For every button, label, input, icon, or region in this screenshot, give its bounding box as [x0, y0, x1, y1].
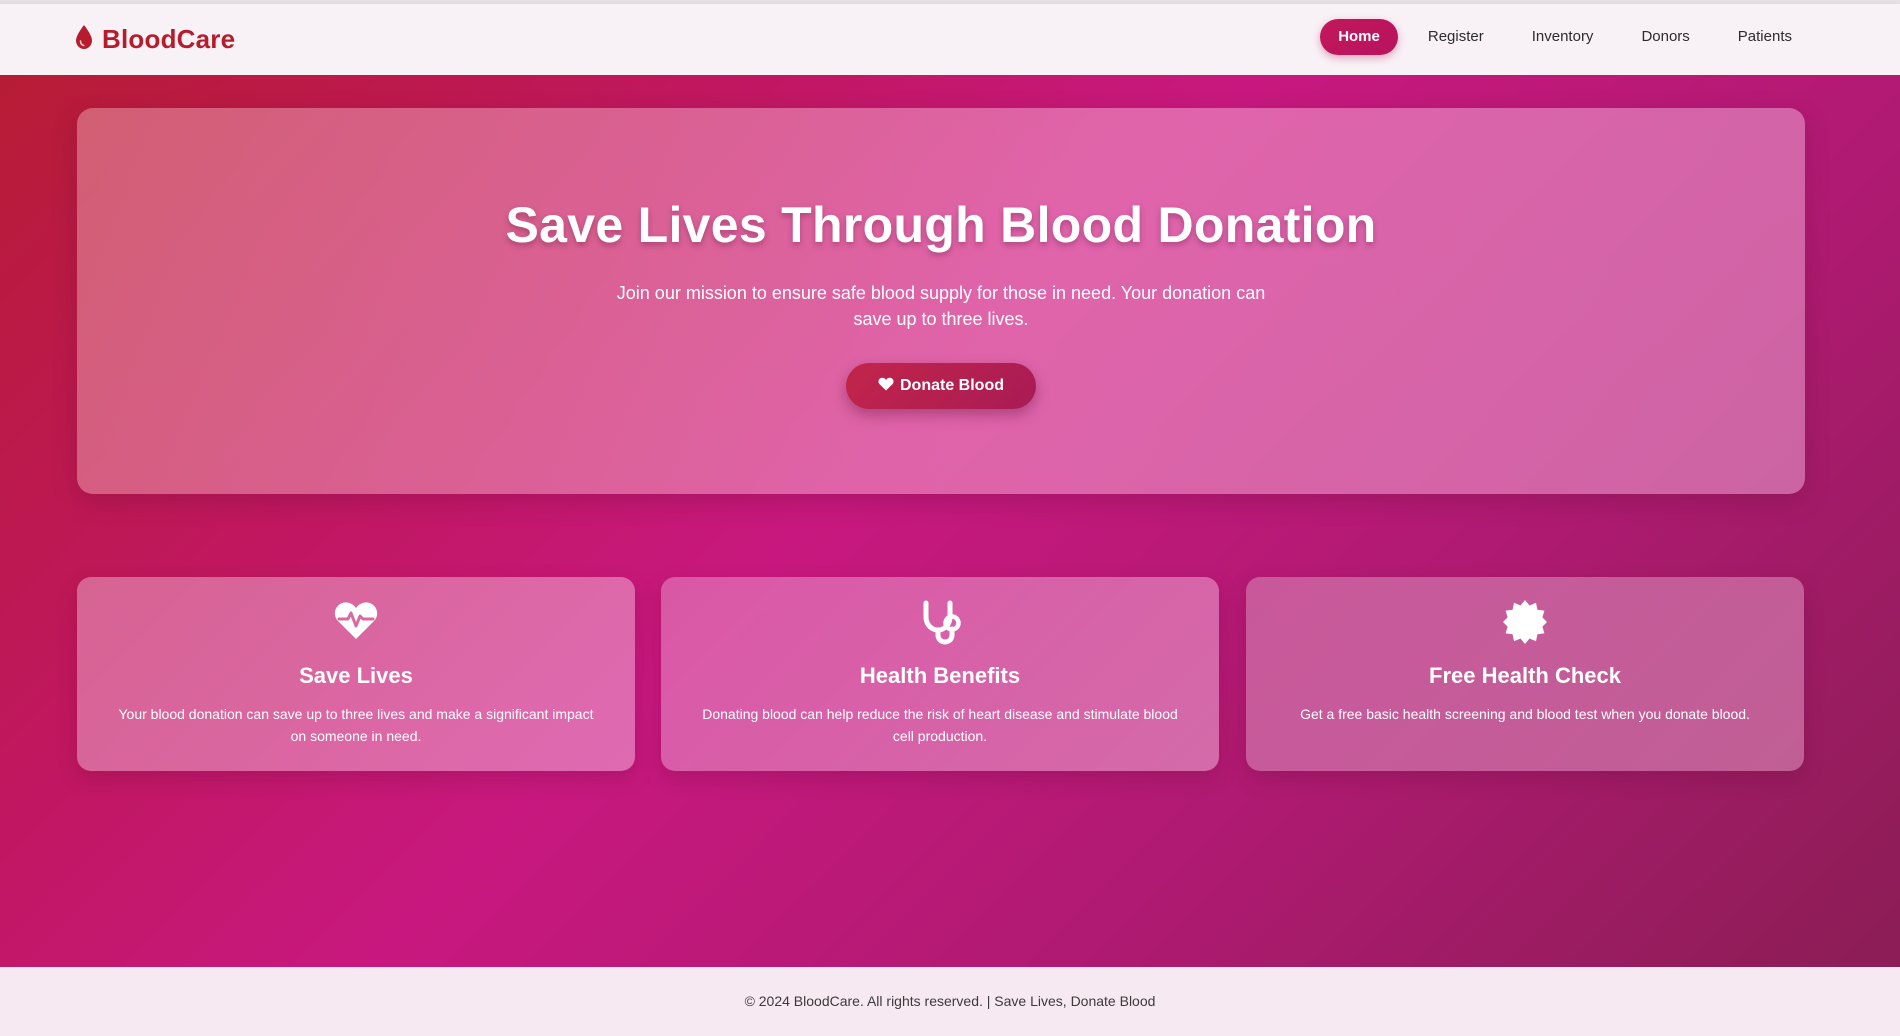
feature-card-free-health-check: Free Health Check Get a free basic healt…	[1246, 577, 1804, 771]
badge-check-icon	[1246, 599, 1804, 645]
footer: © 2024 BloodCare. All rights reserved. |…	[0, 967, 1900, 1036]
feature-title: Free Health Check	[1429, 663, 1621, 688]
brand-name: BloodCare	[102, 24, 236, 54]
nav-patients[interactable]: Patients	[1720, 19, 1810, 55]
hero-card: Save Lives Through Blood Donation Join o…	[77, 108, 1805, 494]
hero-subtitle: Join our mission to ensure safe blood su…	[616, 283, 1266, 329]
nav-inventory[interactable]: Inventory	[1514, 19, 1612, 55]
feature-text: Get a free basic health screening and bl…	[1300, 706, 1750, 722]
navbar: BloodCare Home Register Inventory Donors…	[0, 4, 1900, 76]
hero-title: Save Lives Through Blood Donation	[505, 197, 1377, 253]
feature-text: Donating blood can help reduce the risk …	[702, 706, 1178, 744]
nav-donors[interactable]: Donors	[1623, 19, 1707, 55]
feature-title: Health Benefits	[859, 663, 1021, 688]
main-nav: Home Register Inventory Donors Patients	[1320, 19, 1810, 55]
heartbeat-icon	[77, 599, 635, 645]
feature-card-save-lives: Save Lives Your blood donation can save …	[77, 577, 635, 771]
feature-card-health-benefits: Health Benefits Donating blood can help …	[661, 577, 1219, 771]
donate-blood-label: Donate Blood	[900, 377, 1004, 394]
blood-drop-icon	[74, 24, 94, 55]
brand-logo[interactable]: BloodCare	[74, 24, 235, 55]
nav-home[interactable]: Home	[1320, 19, 1398, 55]
feature-title: Save Lives	[299, 663, 413, 688]
nav-register[interactable]: Register	[1410, 19, 1502, 55]
donate-blood-button[interactable]: Donate Blood	[846, 363, 1036, 409]
heart-icon	[878, 377, 894, 396]
feature-text: Your blood donation can save up to three…	[118, 706, 594, 744]
stethoscope-icon	[661, 599, 1219, 645]
footer-copyright: © 2024 BloodCare. All rights reserved. |…	[744, 993, 1156, 1009]
